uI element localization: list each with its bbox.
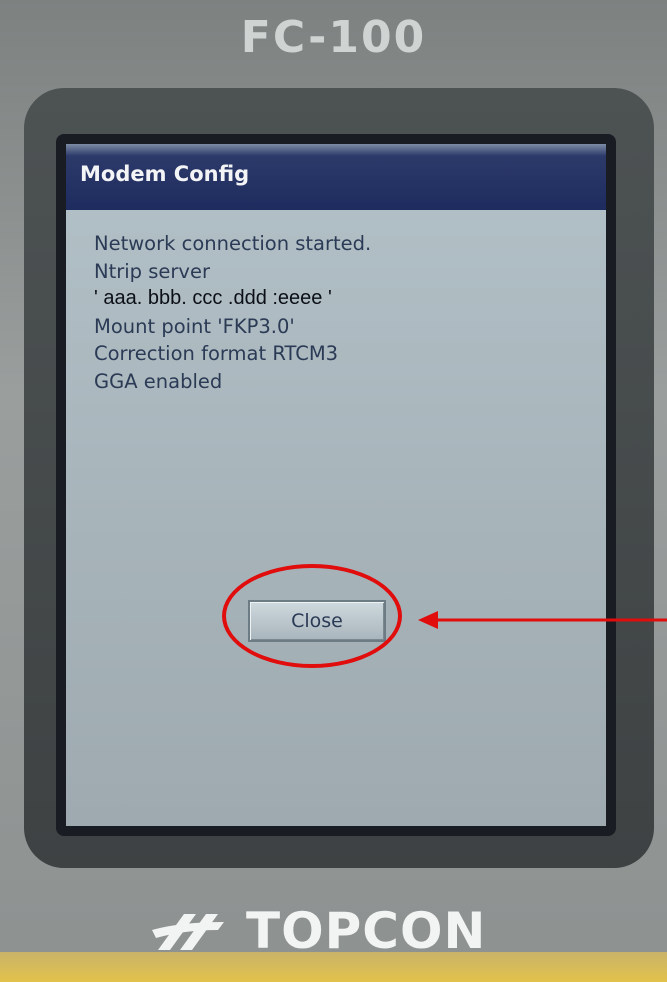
message-line-correction-format: Correction format RTCM3 <box>94 342 339 365</box>
close-button[interactable]: Close <box>248 600 386 642</box>
dialog-window: Modem Config Network connection started.… <box>66 144 606 826</box>
brand-name: TOPCON <box>246 902 487 960</box>
message-line-status: Network connection started. <box>94 232 372 255</box>
dialog-title: Modem Config <box>80 162 250 186</box>
message-line-mount-point: Mount point 'FKP3.0' <box>94 314 295 338</box>
message-line-server-label: Ntrip server <box>94 259 210 283</box>
device-model-label: FC-100 <box>240 12 427 63</box>
dialog-titlebar: Modem Config <box>66 144 606 210</box>
brand-logo: TOPCON <box>150 896 510 966</box>
handheld-device: FC-100 Modem Config Network connection s… <box>0 0 667 982</box>
message-line-server-address: ' aaa. bbb. ccc .ddd :eeee ' <box>94 287 332 309</box>
dialog-message: Network connection started. Ntrip server… <box>94 230 596 395</box>
message-line-gga: GGA enabled <box>94 369 223 393</box>
topcon-swoosh-icon <box>152 914 224 950</box>
